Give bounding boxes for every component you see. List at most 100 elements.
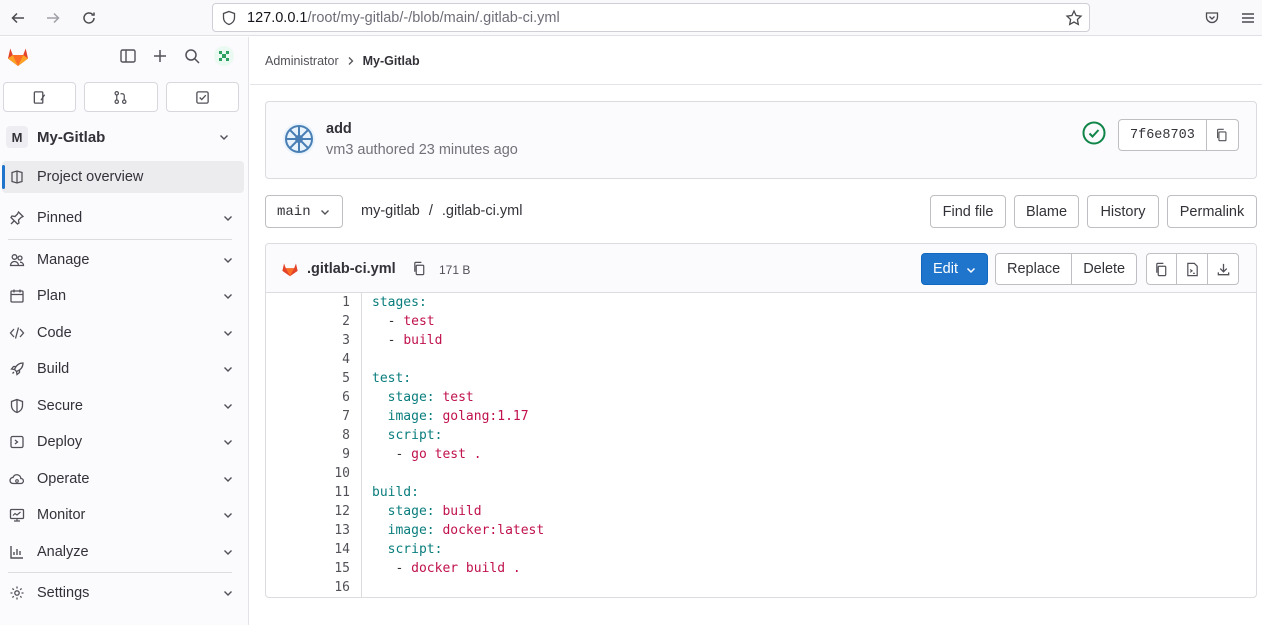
chevron-down-icon [224, 331, 232, 336]
line-number[interactable]: 7 [290, 407, 350, 426]
yaml-value: test [442, 390, 474, 405]
branch-selector[interactable]: main [265, 195, 343, 228]
sidebar: M My-Gitlab Project overview Pinned Mana… [0, 37, 249, 625]
file-size: 171 B [439, 263, 471, 277]
download-button[interactable] [1208, 253, 1239, 285]
project-icon [11, 170, 23, 184]
code-line: 4 [266, 350, 1256, 369]
delete-button[interactable]: Delete [1072, 253, 1138, 285]
pipeline-passed-icon[interactable] [1082, 121, 1106, 145]
todos-tab[interactable] [165, 82, 239, 112]
chevron-down-icon [224, 550, 232, 555]
sidebar-item-label: Pinned [37, 210, 83, 226]
line-number[interactable]: 13 [290, 521, 350, 540]
breadcrumb-current[interactable]: My-Gitlab [363, 54, 420, 68]
line-number[interactable]: 8 [290, 426, 350, 445]
sidebar-item-monitor[interactable]: Monitor [2, 499, 244, 531]
line-number[interactable]: 5 [290, 369, 350, 388]
code-line: 7 image: golang:1.17 [266, 407, 1256, 426]
line-number[interactable]: 3 [290, 331, 350, 350]
chevron-down-icon [224, 477, 232, 482]
line-number[interactable]: 10 [290, 464, 350, 483]
gitlab-file-icon [282, 263, 298, 277]
code-line: 5 test: [266, 369, 1256, 388]
code-line: 1 stages: [266, 293, 1256, 312]
line-number[interactable]: 11 [290, 483, 350, 502]
commit-sha[interactable]: 7f6e8703 [1118, 119, 1207, 151]
edit-label: Edit [933, 261, 958, 277]
issues-tab[interactable] [3, 82, 77, 112]
sidebar-item-operate[interactable]: Operate [2, 463, 244, 495]
pocket-icon [1205, 12, 1219, 24]
sidebar-item-pinned[interactable]: Pinned [2, 202, 244, 234]
chevron-right-icon [348, 57, 354, 65]
sidebar-item-manage[interactable]: Manage [2, 244, 244, 276]
plus-icon[interactable] [151, 47, 169, 65]
pin-icon [10, 210, 25, 225]
line-number[interactable]: 12 [290, 502, 350, 521]
sidebar-item-analyze[interactable]: Analyze [2, 536, 244, 568]
star-icon[interactable] [1065, 9, 1083, 27]
url-text: 127.0.0.1/root/my-gitlab/-/blob/main/.gi… [247, 10, 560, 26]
file-header: .gitlab-ci.yml 171 B Edit Replace Delete [266, 244, 1256, 293]
chevron-down-icon [224, 440, 232, 445]
copy-sha-button[interactable] [1206, 119, 1239, 151]
chevron-down-icon [321, 210, 329, 215]
sidebar-item-settings[interactable]: Settings [2, 577, 244, 609]
permalink-button[interactable]: Permalink [1167, 195, 1257, 228]
url-bar[interactable]: 127.0.0.1/root/my-gitlab/-/blob/main/.gi… [212, 3, 1090, 32]
code-icon [9, 327, 25, 339]
find-file-button[interactable]: Find file [930, 195, 1006, 228]
line-number[interactable]: 1 [290, 293, 350, 312]
line-number[interactable]: 14 [290, 540, 350, 559]
breadcrumb-parent[interactable]: Administrator [265, 54, 339, 68]
sidebar-item-deploy[interactable]: Deploy [2, 426, 244, 458]
edit-button[interactable]: Edit [921, 253, 988, 285]
user-avatar-icon[interactable] [214, 46, 234, 66]
sidebar-toggle-icon[interactable] [119, 47, 137, 65]
line-number[interactable]: 4 [290, 350, 350, 369]
sidebar-item-label: Monitor [37, 507, 86, 523]
gear-icon [10, 586, 24, 600]
line-source: - go test . [372, 445, 481, 464]
merge-requests-tab[interactable] [84, 82, 158, 112]
forward-button[interactable] [41, 6, 65, 30]
menu-button[interactable] [1236, 6, 1260, 30]
line-number[interactable]: 6 [290, 388, 350, 407]
yaml-key: - [372, 447, 412, 462]
path-root[interactable]: my-gitlab [361, 203, 420, 219]
gitlab-logo-icon[interactable] [6, 44, 30, 68]
reload-button[interactable] [77, 6, 101, 30]
yaml-value: build [403, 333, 443, 348]
sidebar-item-label: Manage [37, 252, 90, 268]
back-button[interactable] [6, 6, 30, 30]
replace-button[interactable]: Replace [995, 253, 1073, 285]
sidebar-item-secure[interactable]: Secure [2, 390, 244, 422]
author-avatar[interactable] [283, 123, 315, 155]
sidebar-item-project-overview[interactable]: Project overview [2, 161, 244, 193]
browser-toolbar: 127.0.0.1/root/my-gitlab/-/blob/main/.gi… [0, 0, 1262, 36]
pocket-button[interactable] [1200, 6, 1224, 30]
sidebar-item-build[interactable]: Build [2, 353, 244, 385]
line-number[interactable]: 16 [290, 578, 350, 597]
line-number[interactable]: 15 [290, 559, 350, 578]
history-button[interactable]: History [1087, 195, 1159, 228]
sidebar-item-code[interactable]: Code [2, 317, 244, 349]
code-line: 3 - build [266, 331, 1256, 350]
commit-title[interactable]: add [326, 121, 352, 137]
shield-icon [222, 10, 236, 26]
line-number[interactable]: 2 [290, 312, 350, 331]
search-icon[interactable] [183, 47, 201, 65]
chevron-down-icon [224, 591, 232, 596]
copy-path-icon[interactable] [412, 261, 427, 276]
copy-contents-button[interactable] [1146, 253, 1177, 285]
line-number[interactable]: 9 [290, 445, 350, 464]
blame-button[interactable]: Blame [1014, 195, 1079, 228]
sidebar-item-plan[interactable]: Plan [2, 280, 244, 312]
line-source: script: [372, 540, 443, 559]
project-switcher[interactable]: M My-Gitlab [6, 124, 242, 150]
yaml-value: build [442, 504, 482, 519]
code-line: 2 - test [266, 312, 1256, 331]
merge-request-icon [114, 90, 128, 104]
open-raw-button[interactable] [1177, 253, 1208, 285]
